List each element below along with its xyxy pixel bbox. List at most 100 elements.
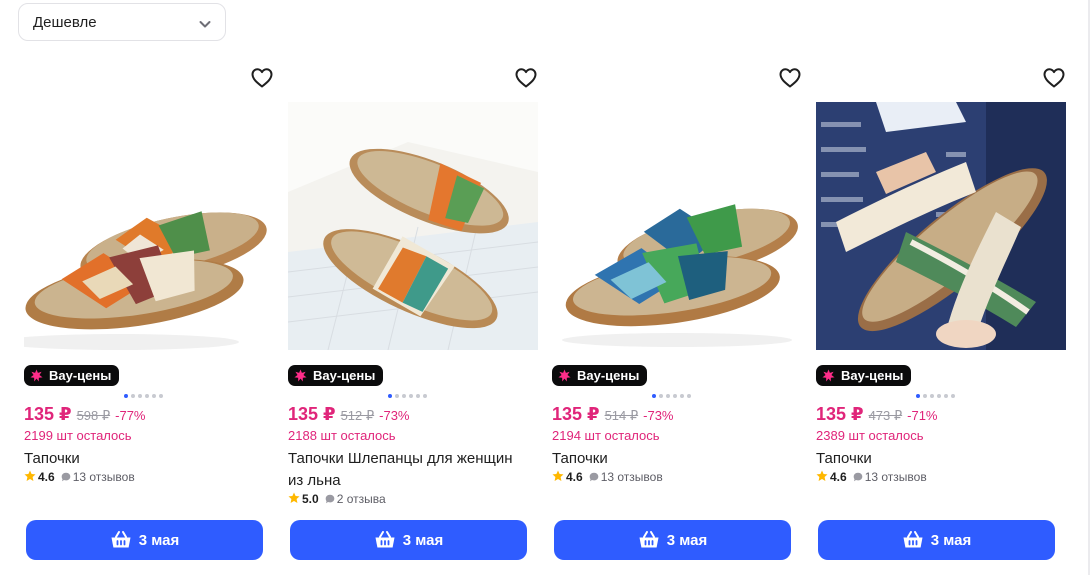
pagination-dot	[916, 394, 920, 398]
discount-percent: -73%	[643, 408, 674, 423]
rating-value: 4.6	[830, 470, 847, 484]
price-row: 135 ₽ 514 ₽ -73%	[552, 404, 674, 426]
old-price: 512 ₽	[340, 408, 375, 423]
comment-icon	[853, 472, 862, 482]
star-icon	[288, 492, 300, 503]
product-title[interactable]: Тапочки	[552, 448, 792, 470]
pagination-dot	[423, 394, 427, 398]
image-pagination	[388, 394, 427, 398]
comment-icon	[589, 472, 598, 482]
reviews-count[interactable]: 13 отзывов	[73, 470, 135, 484]
star-icon	[552, 470, 564, 481]
pagination-dot	[937, 394, 941, 398]
product-card[interactable]: Вау-цены 135 ₽ 514 ₽ -73% 2194 шт осталось…	[552, 64, 802, 564]
add-to-cart-button[interactable]: 3 мая	[818, 520, 1055, 560]
pagination-dot	[395, 394, 399, 398]
pagination-dot	[409, 394, 413, 398]
product-title[interactable]: Тапочки Шлепанцы для женщин из льна	[288, 448, 528, 492]
heart-icon[interactable]	[1042, 66, 1066, 90]
old-price: 514 ₽	[604, 408, 639, 423]
product-card[interactable]: Вау-цены 135 ₽ 473 ₽ -71% 2389 шт осталось…	[816, 64, 1066, 564]
delivery-date: 3 мая	[930, 531, 972, 549]
product-image[interactable]	[24, 102, 274, 350]
heart-icon[interactable]	[250, 66, 274, 90]
product-card[interactable]: Вау-цены 135 ₽ 512 ₽ -73% 2188 шт осталось…	[288, 64, 538, 564]
pagination-dot	[951, 394, 955, 398]
pagination-dot	[687, 394, 691, 398]
pagination-dot	[652, 394, 656, 398]
comment-icon	[61, 472, 70, 482]
product-image[interactable]	[816, 102, 1066, 350]
pagination-dot	[152, 394, 156, 398]
stock-remaining: 2194 шт осталось	[552, 428, 660, 443]
rating-row: 5.0 2 отзыва	[288, 492, 386, 508]
pagination-dot	[666, 394, 670, 398]
add-to-cart-button[interactable]: 3 мая	[290, 520, 527, 560]
sort-dropdown[interactable]: Дешевле	[18, 3, 226, 41]
delivery-date: 3 мая	[138, 531, 180, 549]
comment-icon	[325, 494, 334, 504]
current-price: 135 ₽	[24, 404, 72, 424]
sandal-photo-icon	[552, 102, 802, 350]
add-to-cart-button[interactable]: 3 мая	[554, 520, 791, 560]
product-image[interactable]	[552, 102, 802, 350]
pagination-dot	[416, 394, 420, 398]
basket-icon	[111, 531, 131, 548]
star-burst-icon	[822, 369, 835, 382]
pagination-dot	[124, 394, 128, 398]
promo-badge: Вау-цены	[24, 365, 120, 386]
pagination-dot	[944, 394, 948, 398]
product-card[interactable]: Вау-цены 135 ₽ 598 ₽ -77% 2199 шт осталось…	[24, 64, 274, 564]
heart-icon[interactable]	[778, 66, 802, 90]
rating-value: 4.6	[38, 470, 55, 484]
reviews-count[interactable]: 13 отзывов	[601, 470, 663, 484]
sandal-photo-icon	[816, 102, 1066, 350]
promo-badge: Вау-цены	[288, 365, 384, 386]
reviews-count[interactable]: 13 отзывов	[865, 470, 927, 484]
rating-row: 4.6 13 отзывов	[816, 470, 927, 486]
sort-label: Дешевле	[33, 14, 97, 31]
rating-row: 4.6 13 отзывов	[552, 470, 663, 486]
price-row: 135 ₽ 598 ₽ -77%	[24, 404, 146, 426]
product-title[interactable]: Тапочки	[816, 448, 1056, 470]
discount-percent: -73%	[379, 408, 410, 423]
discount-percent: -77%	[115, 408, 146, 423]
add-to-cart-button[interactable]: 3 мая	[26, 520, 263, 560]
stock-remaining: 2389 шт осталось	[816, 428, 924, 443]
star-burst-icon	[558, 369, 571, 382]
star-burst-icon	[294, 369, 307, 382]
stock-remaining: 2199 шт осталось	[24, 428, 132, 443]
rating-value: 5.0	[302, 492, 319, 506]
discount-percent: -71%	[907, 408, 938, 423]
old-price: 598 ₽	[76, 408, 111, 423]
rating-row: 4.6 13 отзывов	[24, 470, 135, 486]
pagination-dot	[145, 394, 149, 398]
reviews-count[interactable]: 2 отзыва	[337, 492, 386, 506]
image-pagination	[652, 394, 691, 398]
pagination-dot	[402, 394, 406, 398]
delivery-date: 3 мая	[402, 531, 444, 549]
old-price: 473 ₽	[868, 408, 903, 423]
promo-badge-label: Вау-цены	[313, 368, 376, 383]
pagination-dot	[159, 394, 163, 398]
price-row: 135 ₽ 473 ₽ -71%	[816, 404, 938, 426]
pagination-dot	[659, 394, 663, 398]
product-title[interactable]: Тапочки	[24, 448, 264, 470]
sandal-photo-icon	[24, 102, 274, 350]
product-image[interactable]	[288, 102, 538, 350]
heart-icon[interactable]	[514, 66, 538, 90]
star-burst-icon	[30, 369, 43, 382]
star-icon	[816, 470, 828, 481]
pagination-dot	[923, 394, 927, 398]
basket-icon	[375, 531, 395, 548]
delivery-date: 3 мая	[666, 531, 708, 549]
pagination-dot	[930, 394, 934, 398]
chevron-down-icon	[199, 21, 211, 28]
promo-badge: Вау-цены	[552, 365, 648, 386]
current-price: 135 ₽	[816, 404, 864, 424]
basket-icon	[903, 531, 923, 548]
promo-badge-label: Вау-цены	[841, 368, 904, 383]
stock-remaining: 2188 шт осталось	[288, 428, 396, 443]
rating-value: 4.6	[566, 470, 583, 484]
sandal-photo-icon	[288, 102, 538, 350]
